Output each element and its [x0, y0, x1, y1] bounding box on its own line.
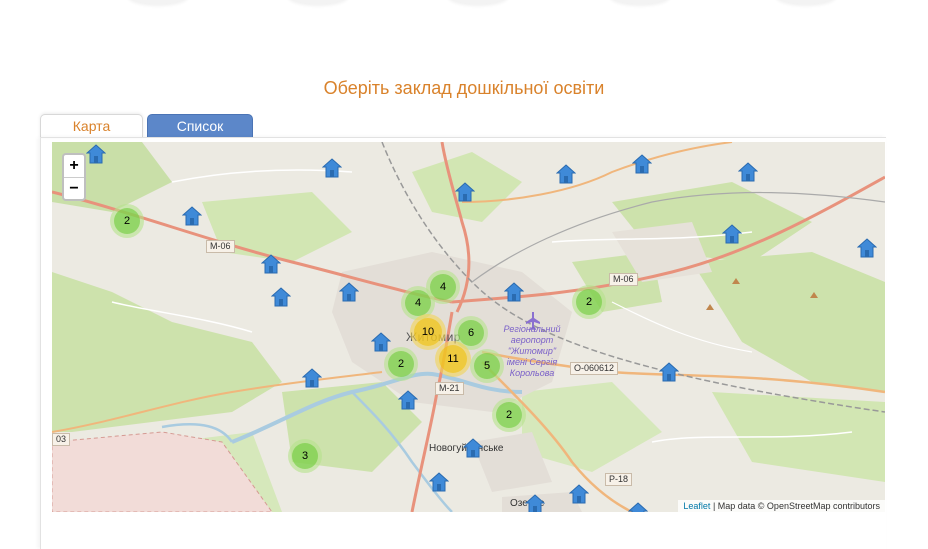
marker-cluster[interactable]: 4 — [426, 270, 460, 304]
road-shield: 03 — [52, 433, 71, 446]
kindergarten-marker-icon[interactable] — [462, 438, 484, 458]
road-shield: M-06 — [609, 273, 638, 286]
kindergarten-marker-icon[interactable] — [721, 224, 743, 244]
kindergarten-marker-icon[interactable] — [397, 390, 419, 410]
cluster-count: 6 — [458, 320, 484, 346]
map-attribution: Leaflet | Map data © OpenStreetMap contr… — [678, 500, 885, 512]
marker-cluster[interactable]: 2 — [572, 285, 606, 319]
cluster-count: 2 — [496, 402, 522, 428]
airport-label: Регіональний аеропорт "Житомир" імені Се… — [503, 324, 561, 378]
cluster-count: 4 — [430, 274, 456, 300]
map-view[interactable]: M-06 M-06 M-21 O-060612 P-18 03 Житомир … — [52, 142, 885, 512]
zoom-out-button[interactable]: − — [64, 177, 84, 199]
marker-cluster[interactable]: 3 — [288, 439, 322, 473]
zoom-in-button[interactable]: + — [64, 155, 84, 177]
kindergarten-marker-icon[interactable] — [428, 472, 450, 492]
road-shield: M-06 — [206, 240, 235, 253]
kindergarten-marker-icon[interactable] — [85, 144, 107, 164]
kindergarten-marker-icon[interactable] — [503, 282, 525, 302]
kindergarten-marker-icon[interactable] — [301, 368, 323, 388]
cluster-count: 2 — [388, 351, 414, 377]
zoom-control: + − — [62, 153, 86, 201]
marker-cluster[interactable]: 5 — [470, 349, 504, 383]
leaflet-link[interactable]: Leaflet — [683, 501, 710, 511]
top-decorations — [0, 0, 928, 6]
kindergarten-marker-icon[interactable] — [568, 484, 590, 504]
kindergarten-marker-icon[interactable] — [631, 154, 653, 174]
kindergarten-marker-icon[interactable] — [370, 332, 392, 352]
tab-map[interactable]: Карта — [40, 114, 143, 138]
road-shield: P-18 — [605, 473, 633, 486]
marker-cluster[interactable]: 2 — [384, 347, 418, 381]
kindergarten-marker-icon[interactable] — [658, 362, 680, 382]
marker-cluster[interactable]: 11 — [435, 341, 471, 377]
cluster-count: 3 — [292, 443, 318, 469]
marker-cluster[interactable]: 2 — [110, 204, 144, 238]
cluster-count: 2 — [114, 208, 140, 234]
marker-cluster[interactable]: 2 — [492, 398, 526, 432]
road-shield: O-060612 — [570, 362, 619, 375]
page-title: Оберіть заклад дошкільної освіти — [323, 78, 605, 98]
kindergarten-marker-icon[interactable] — [338, 282, 360, 302]
cluster-count: 5 — [474, 353, 500, 379]
kindergarten-marker-icon[interactable] — [627, 502, 649, 512]
kindergarten-marker-icon[interactable] — [321, 158, 343, 178]
road-shield: M-21 — [435, 382, 464, 395]
cluster-count: 11 — [439, 345, 467, 373]
kindergarten-marker-icon[interactable] — [856, 238, 878, 258]
kindergarten-marker-icon[interactable] — [555, 164, 577, 184]
attribution-text: | Map data © OpenStreetMap contributors — [710, 501, 880, 511]
kindergarten-marker-icon[interactable] — [454, 182, 476, 202]
cluster-count: 10 — [414, 318, 442, 346]
kindergarten-marker-icon[interactable] — [270, 287, 292, 307]
kindergarten-marker-icon[interactable] — [524, 494, 546, 512]
kindergarten-marker-icon[interactable] — [260, 254, 282, 274]
tab-list[interactable]: Список — [147, 114, 253, 138]
kindergarten-marker-icon[interactable] — [181, 206, 203, 226]
kindergarten-marker-icon[interactable] — [737, 162, 759, 182]
cluster-count: 2 — [576, 289, 602, 315]
